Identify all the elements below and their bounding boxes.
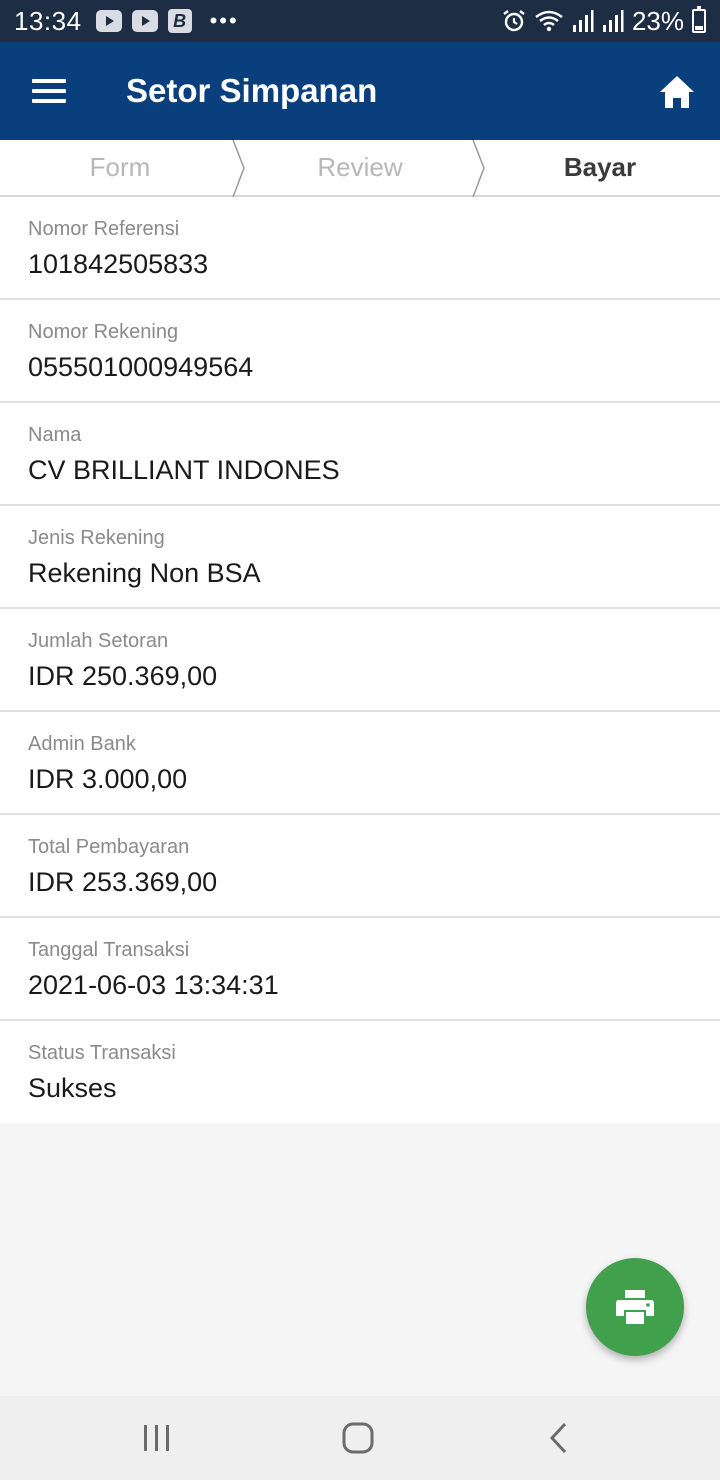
back-icon[interactable] [540, 1418, 580, 1458]
detail-row-jumlah-setoran: Jumlah Setoran IDR 250.369,00 [0, 609, 720, 712]
step-review: Review [240, 140, 485, 197]
home-icon[interactable] [658, 74, 696, 110]
detail-label: Jumlah Setoran [28, 630, 169, 652]
detail-label: Status Transaksi [28, 1042, 176, 1064]
app-bar: Setor Simpanan [0, 42, 720, 140]
hamburger-menu-icon[interactable] [32, 79, 66, 103]
detail-row-total-pembayaran: Total Pembayaran IDR 253.369,00 [0, 815, 720, 918]
battery-percentage: 23% [631, 5, 684, 36]
status-left: 13:34 B ••• [14, 6, 239, 37]
signal-icon [602, 10, 624, 32]
detail-value: IDR 3.000,00 [28, 764, 188, 794]
home-button-icon[interactable] [338, 1418, 378, 1458]
print-icon [616, 1290, 654, 1324]
detail-value: Rekening Non BSA [28, 558, 261, 588]
step-review-label: Review [317, 152, 403, 182]
detail-label: Total Pembayaran [28, 836, 190, 858]
detail-value: CV BRILLIANT INDONES [28, 455, 340, 485]
transaction-detail-list: Nomor Referensi 101842505833 Nomor Reken… [0, 197, 720, 1123]
step-form: Form [0, 140, 245, 197]
detail-value: IDR 250.369,00 [28, 661, 218, 691]
step-form-label: Form [89, 152, 151, 182]
detail-label: Jenis Rekening [28, 527, 165, 549]
system-nav-bar [0, 1396, 720, 1480]
detail-value: IDR 253.369,00 [28, 867, 218, 897]
detail-label: Nomor Rekening [28, 321, 179, 343]
signal-icon [572, 10, 594, 32]
recent-apps-icon[interactable] [137, 1418, 177, 1458]
detail-value: Sukses [28, 1073, 117, 1103]
status-bar: 13:34 B ••• 23% [0, 0, 720, 42]
detail-row-nomor-referensi: Nomor Referensi 101842505833 [0, 197, 720, 300]
detail-label: Admin Bank [28, 733, 136, 755]
detail-row-admin-bank: Admin Bank IDR 3.000,00 [0, 712, 720, 815]
page-title: Setor Simpanan [126, 72, 378, 109]
status-time: 13:34 [14, 5, 82, 36]
detail-row-status-transaksi: Status Transaksi Sukses [0, 1021, 720, 1123]
status-right: 23% [502, 6, 706, 37]
youtube-icon [95, 10, 122, 32]
step-bayar-label: Bayar [563, 152, 637, 182]
progress-stepper: Form Review Bayar [0, 140, 720, 197]
detail-value: 101842505833 [28, 249, 209, 279]
detail-row-nama: Nama CV BRILLIANT INDONES [0, 403, 720, 506]
b-app-icon: B [167, 9, 192, 33]
detail-row-tanggal-transaksi: Tanggal Transaksi 2021-06-03 13:34:31 [0, 918, 720, 1021]
youtube-icon [131, 10, 158, 32]
alarm-icon [503, 10, 525, 32]
detail-label: Tanggal Transaksi [28, 939, 190, 961]
wifi-icon [535, 10, 563, 32]
screen: 13:34 B ••• 23% Setor Simpanan Form Revi… [0, 0, 720, 1480]
detail-row-jenis-rekening: Jenis Rekening Rekening Non BSA [0, 506, 720, 609]
detail-value: 2021-06-03 13:34:31 [28, 970, 279, 1000]
battery-icon [692, 6, 706, 33]
detail-row-nomor-rekening: Nomor Rekening 055501000949564 [0, 300, 720, 403]
detail-label: Nama [28, 424, 82, 446]
detail-value: 055501000949564 [28, 352, 254, 382]
more-dots-icon: ••• [209, 8, 239, 33]
detail-label: Nomor Referensi [28, 218, 180, 240]
step-bayar: Bayar [480, 140, 720, 195]
print-button[interactable] [586, 1258, 684, 1356]
